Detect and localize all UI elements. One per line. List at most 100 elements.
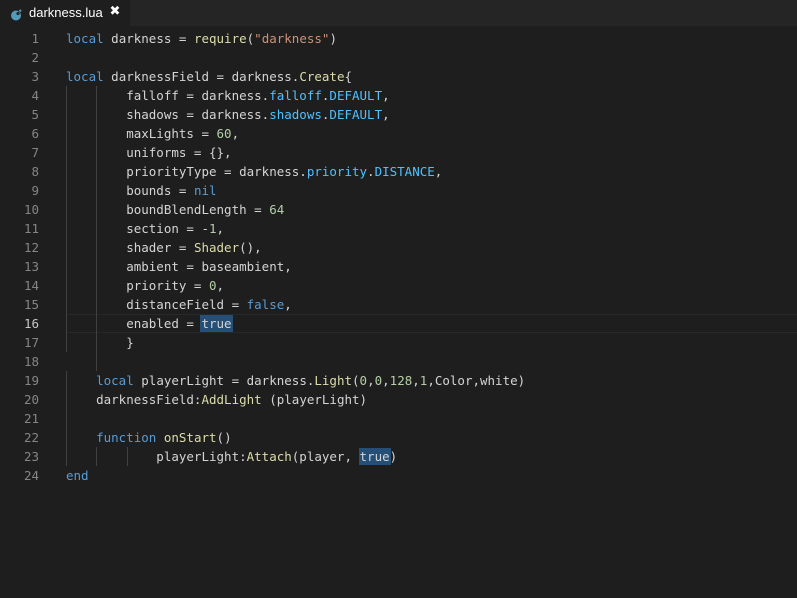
code-token: onStart [163, 430, 217, 445]
code-line[interactable]: ambient = baseambient, [66, 257, 292, 276]
indent-guide [66, 86, 67, 352]
code-line[interactable]: bounds = nil [66, 181, 217, 200]
indent-guide [66, 371, 67, 466]
code-line[interactable]: section = -1, [66, 219, 224, 238]
code-line[interactable]: function onStart() [66, 428, 232, 447]
code-token: ) [389, 449, 398, 464]
code-line[interactable]: boundBlendLength = 64 [66, 200, 284, 219]
line-number: 23 [23, 449, 39, 464]
line-number: 10 [23, 202, 39, 217]
line-number: 13 [23, 259, 39, 274]
code-token: AddLight [201, 392, 262, 407]
indent-guide [96, 86, 97, 371]
code-token: maxLights = [66, 126, 217, 141]
tab-darkness-lua[interactable]: darkness.lua ✖ [0, 0, 130, 26]
code-token: , [216, 221, 225, 236]
code-token: () [216, 430, 232, 445]
code-line[interactable]: end [66, 466, 89, 485]
code-token: (playerLight) [261, 392, 368, 407]
code-line[interactable]: priorityType = darkness.priority.DISTANC… [66, 162, 442, 181]
code-token: 0 [209, 278, 217, 293]
code-token: Attach [246, 449, 292, 464]
code-token: shader = [66, 240, 194, 255]
code-token: falloff [269, 88, 322, 103]
code-token: , [367, 373, 375, 388]
code-token: 0 [374, 373, 383, 388]
code-token: 0 [359, 373, 368, 388]
code-token: 1 [209, 221, 217, 236]
code-token: true [200, 315, 233, 332]
line-number: 17 [23, 335, 39, 350]
tab-title: darkness.lua [29, 5, 103, 20]
code-token: Light [314, 373, 353, 388]
code-line[interactable]: local darknessField = darkness.Create{ [66, 67, 352, 86]
code-line[interactable]: priority = 0, [66, 276, 224, 295]
line-number: 3 [31, 69, 39, 84]
line-number: 18 [23, 354, 39, 369]
code-token: playerLight = darkness. [133, 373, 315, 388]
code-line[interactable]: enabled = true [66, 314, 233, 333]
code-token: Shader [193, 240, 240, 255]
code-token: . [367, 164, 375, 179]
line-number: 21 [23, 411, 39, 426]
line-number: 8 [31, 164, 39, 179]
code-token: , [434, 164, 443, 179]
close-icon[interactable]: ✖ [108, 4, 122, 20]
code-token: } [66, 335, 134, 350]
line-number: 6 [31, 126, 39, 141]
line-number: 4 [31, 88, 39, 103]
code-token: nil [193, 183, 217, 198]
code-line[interactable]: local darkness = require("darkness") [66, 29, 337, 48]
code-token: , [382, 373, 390, 388]
code-token: priorityType = darkness. [66, 164, 307, 179]
line-number: 15 [23, 297, 39, 312]
code-token: distanceField = [66, 297, 247, 312]
code-line[interactable]: } [66, 333, 134, 352]
code-token: 128 [389, 373, 413, 388]
code-token: local [66, 69, 104, 84]
line-number: 1 [31, 31, 39, 46]
line-number: 9 [31, 183, 39, 198]
code-token: priority = [66, 278, 209, 293]
code-token: bounds = [66, 183, 194, 198]
code-token: ,Color,white) [427, 373, 526, 388]
code-token: ( [352, 373, 360, 388]
code-token: local [96, 373, 134, 388]
code-token: , [284, 297, 292, 312]
code-token: , [231, 126, 240, 141]
code-token: darknessField = darkness. [103, 69, 300, 84]
code-line[interactable]: distanceField = false, [66, 295, 292, 314]
code-token: function [96, 430, 157, 445]
code-editor[interactable]: 1 local darkness = require("darkness") 2 3 l… [0, 26, 797, 598]
code-line[interactable]: shadows = darkness.shadows.DEFAULT, [66, 105, 389, 124]
code-token: ) [329, 31, 337, 46]
line-number: 11 [23, 221, 39, 236]
code-token: enabled = [66, 316, 202, 331]
code-token: "darkness" [254, 31, 330, 46]
line-number: 22 [23, 430, 39, 445]
code-token: , [382, 88, 390, 103]
code-token: , [216, 278, 225, 293]
code-line[interactable]: uniforms = {}, [66, 143, 232, 162]
code-line[interactable]: local playerLight = darkness.Light(0,0,1… [66, 371, 525, 390]
line-number: 20 [23, 392, 39, 407]
code-line[interactable]: playerLight:Attach(player, true) [66, 447, 397, 466]
code-token: Create [299, 69, 345, 84]
code-token: DEFAULT [329, 88, 383, 103]
lua-file-icon [10, 6, 22, 21]
line-number: 7 [31, 145, 39, 160]
code-token: true [358, 448, 391, 465]
code-token: darkness = [103, 31, 194, 46]
code-token: uniforms = {}, [66, 145, 232, 160]
code-line[interactable]: maxLights = 60, [66, 124, 239, 143]
code-token: priority [306, 164, 368, 179]
line-number: 12 [23, 240, 39, 255]
code-line[interactable]: darknessField:AddLight (playerLight) [66, 390, 367, 409]
line-number: 14 [23, 278, 39, 293]
code-token: , [412, 373, 420, 388]
code-line[interactable]: falloff = darkness.falloff.DEFAULT, [66, 86, 390, 105]
line-number: 5 [31, 107, 39, 122]
